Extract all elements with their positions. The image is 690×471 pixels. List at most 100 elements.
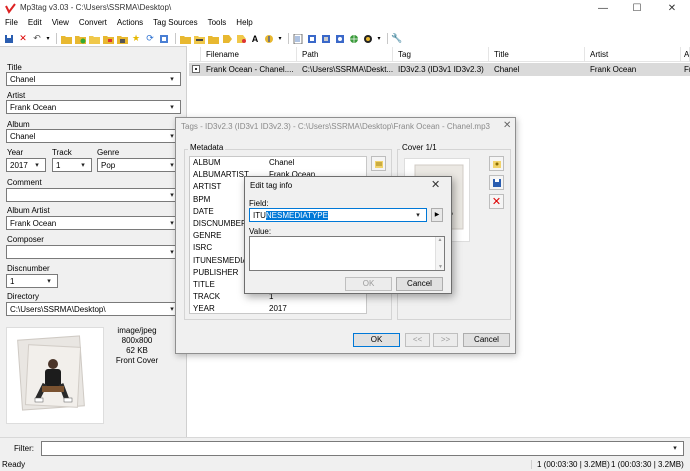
toolbar: ✕ ↶ ▾ ★ ⟳ A ▾ ▾ 🔧 [0, 31, 690, 46]
column-header-tag[interactable]: Tag [393, 47, 489, 62]
cover-mime: image/jpeg [117, 326, 157, 335]
artist-label: Artist [7, 91, 26, 100]
undo-dropdown-icon[interactable]: ▾ [45, 33, 51, 44]
maximize-button[interactable]: ☐ [620, 1, 654, 16]
chevron-down-icon[interactable]: ▾ [44, 276, 54, 287]
status-total-count: 1 (00:03:30 | 3.2MB) [606, 460, 684, 469]
chevron-down-icon[interactable]: ▾ [78, 160, 88, 171]
comment-field[interactable]: ▾ [6, 188, 181, 202]
cover-art-frame[interactable] [6, 327, 104, 424]
save-cover-button[interactable] [489, 175, 504, 190]
auto-numbering-icon[interactable] [235, 33, 247, 44]
column-header-title[interactable]: Title [489, 47, 585, 62]
actions-icon[interactable] [263, 33, 275, 44]
column-header-path[interactable]: Path [297, 47, 393, 62]
value-textarea[interactable]: ▲ ▼ [249, 236, 445, 271]
tag-source-globe-icon[interactable] [362, 33, 374, 44]
tag-source-discogs-icon[interactable] [320, 33, 332, 44]
filename-tag-icon[interactable] [193, 33, 205, 44]
genre-field[interactable]: Pop ▾ [97, 158, 181, 172]
track-field[interactable]: 1 ▾ [52, 158, 92, 172]
favorite-folder-icon[interactable] [102, 33, 114, 44]
tag-sources-dropdown-icon[interactable]: ▾ [376, 33, 382, 44]
album-artist-field[interactable]: Frank Ocean ▾ [6, 216, 181, 230]
scroll-down-icon[interactable]: ▼ [436, 264, 445, 270]
edit-cancel-button[interactable]: Cancel [396, 277, 443, 291]
undo-icon[interactable]: ↶ [31, 33, 43, 44]
close-icon[interactable]: ✕ [431, 178, 440, 191]
refresh-icon[interactable]: ⟳ [144, 33, 156, 44]
menu-view[interactable]: View [47, 17, 74, 31]
chevron-down-icon[interactable]: ▾ [413, 210, 423, 221]
add-field-button[interactable] [371, 156, 386, 171]
column-header-artist[interactable]: Artist [585, 47, 681, 62]
select-all-icon[interactable] [158, 33, 170, 44]
field-combo[interactable]: ITUNESMEDIATYPE ▾ [249, 208, 427, 222]
case-conversion-icon[interactable]: A [249, 33, 261, 44]
menu-convert[interactable]: Convert [74, 17, 112, 31]
actions-dropdown-icon[interactable]: ▾ [277, 33, 283, 44]
remove-tag-icon[interactable]: ✕ [17, 33, 29, 44]
title-field[interactable]: Chanel ▾ [6, 72, 181, 86]
change-directory-icon[interactable] [60, 33, 72, 44]
column-header-icon[interactable] [189, 47, 201, 62]
album-field[interactable]: Chanel ▾ [6, 129, 181, 143]
add-directory-icon[interactable] [74, 33, 86, 44]
track-label: Track [52, 148, 72, 157]
tag-source-freedb-icon[interactable] [306, 33, 318, 44]
title-label: Title [7, 63, 22, 72]
status-text: Ready [2, 460, 26, 469]
chevron-down-icon[interactable]: ▾ [167, 74, 177, 85]
text-file-tag-icon[interactable] [207, 33, 219, 44]
next-file-button[interactable]: >> [433, 333, 458, 347]
menu-tag-sources[interactable]: Tag Sources [148, 17, 202, 31]
open-folder-icon[interactable] [88, 33, 100, 44]
scroll-up-icon[interactable]: ▲ [436, 237, 444, 243]
metadata-row[interactable]: ALBUM Chanel [190, 157, 366, 169]
directory-field[interactable]: C:\Users\SSRMA\Desktop\ ▾ [6, 302, 181, 316]
menu-tools[interactable]: Tools [203, 17, 232, 31]
tags-ok-button[interactable]: OK [353, 333, 400, 347]
album-label: Album [7, 120, 30, 129]
export-icon[interactable] [292, 33, 304, 44]
options-icon[interactable]: 🔧 [391, 33, 403, 44]
tags-cancel-button[interactable]: Cancel [463, 333, 510, 347]
save-icon[interactable] [3, 33, 15, 44]
year-field[interactable]: 2017 ▾ [6, 158, 46, 172]
artist-field[interactable]: Frank Ocean ▾ [6, 100, 181, 114]
discnumber-field[interactable]: 1 ▾ [6, 274, 58, 288]
minimize-button[interactable]: — [586, 1, 620, 16]
column-header-album[interactable]: A [681, 47, 690, 62]
previous-file-button[interactable]: << [405, 333, 430, 347]
composer-field[interactable]: ▾ [6, 245, 181, 259]
filter-input[interactable]: ▾ [41, 441, 684, 456]
star-icon[interactable]: ★ [130, 33, 142, 44]
web-sources-icon[interactable] [348, 33, 360, 44]
metadata-row[interactable]: YEAR 2017 [190, 303, 366, 315]
tag-filename-icon[interactable] [179, 33, 191, 44]
window-title: Mp3tag v3.03 - C:\Users\SSRMA\Desktop\ [20, 3, 172, 12]
remove-cover-button[interactable]: ✕ [489, 194, 504, 209]
close-window-button[interactable]: ✕ [655, 1, 689, 16]
metadata-field-name: ALBUM [193, 158, 221, 167]
directory-value: C:\Users\SSRMA\Desktop\ [10, 304, 106, 314]
metadata-label: Metadata [188, 143, 226, 152]
value-scrollbar[interactable]: ▲ ▼ [435, 237, 444, 270]
chevron-down-icon[interactable]: ▾ [32, 160, 42, 171]
artist-value: Frank Ocean [10, 102, 57, 112]
close-icon[interactable]: ✕ [503, 120, 511, 131]
add-cover-button[interactable] [489, 156, 504, 171]
playlist-icon[interactable] [116, 33, 128, 44]
chevron-down-icon[interactable]: ▾ [670, 443, 680, 454]
column-header-filename[interactable]: Filename [201, 47, 297, 62]
edit-ok-button[interactable]: OK [345, 277, 392, 291]
menu-file[interactable]: File [0, 17, 23, 31]
menu-help[interactable]: Help [231, 17, 257, 31]
tag-tag-icon[interactable] [221, 33, 233, 44]
tag-source-musicbrainz-icon[interactable] [334, 33, 346, 44]
chevron-down-icon[interactable]: ▾ [167, 102, 177, 113]
field-menu-button[interactable]: ▶ [431, 208, 443, 222]
tags-dialog-title: Tags - ID3v2.3 (ID3v1 ID3v2.3) - C:\User… [181, 122, 490, 131]
menu-actions[interactable]: Actions [112, 17, 148, 31]
menu-edit[interactable]: Edit [23, 17, 47, 31]
